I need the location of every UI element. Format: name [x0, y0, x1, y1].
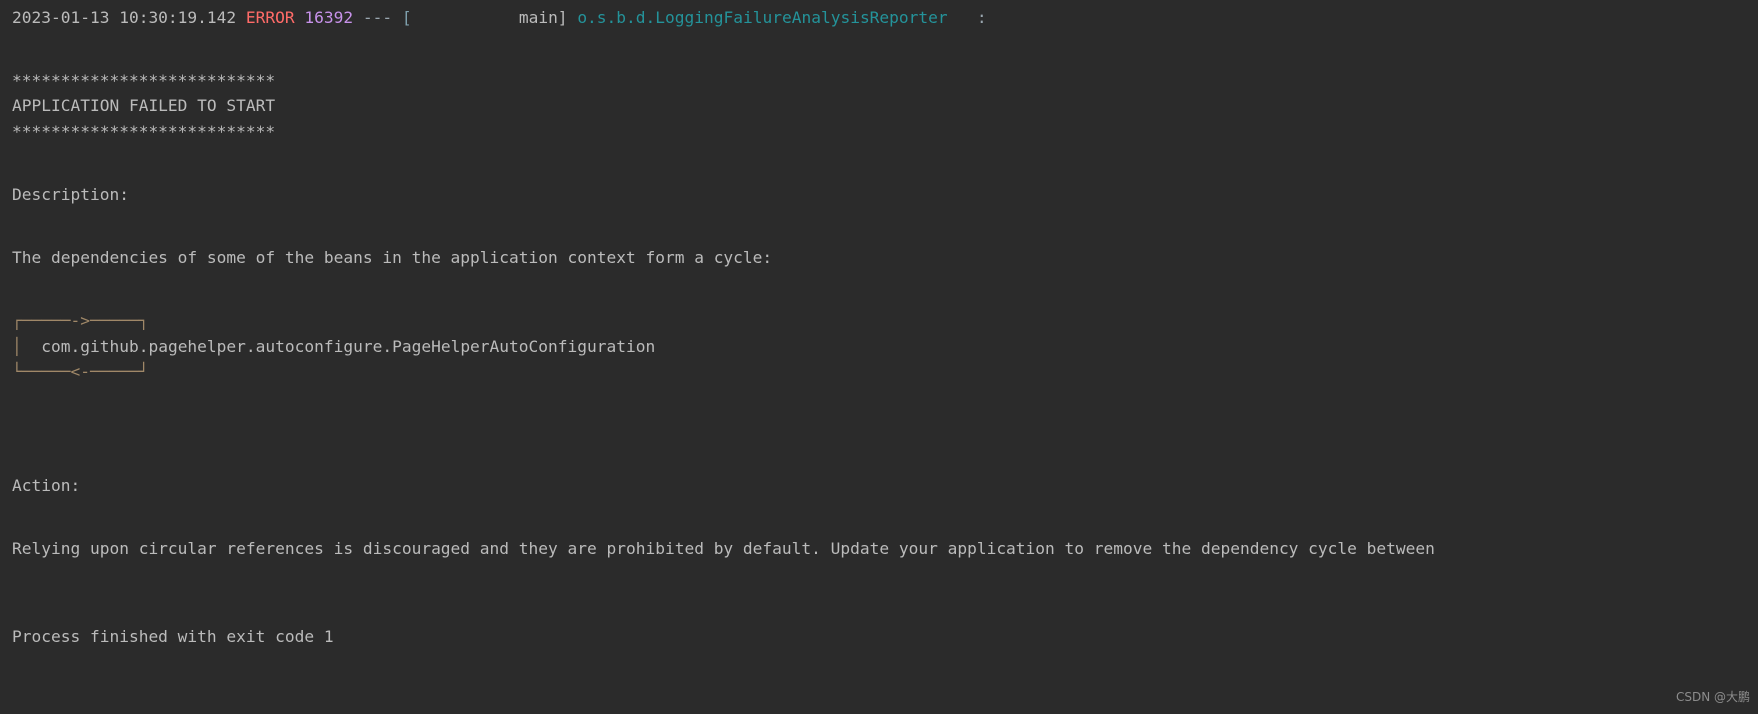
log-header-line: 2023-01-13 10:30:19.142 ERROR 16392 --- … — [12, 5, 1758, 30]
log-timestamp: 2023-01-13 10:30:19.142 — [12, 8, 237, 27]
cycle-diagram-bean-name: com.github.pagehelper.autoconfigure.Page… — [41, 336, 656, 356]
log-thread-bracket-open: [ — [401, 8, 412, 27]
banner-title: APPLICATION FAILED TO START — [12, 96, 276, 116]
csdn-watermark: CSDN @大鹏 — [1675, 689, 1750, 704]
description-heading: Description: — [12, 184, 129, 204]
spacer-after-action-heading — [12, 498, 1758, 523]
description-body: The dependencies of some of the beans in… — [12, 248, 773, 268]
log-separator-dashes: --- — [362, 8, 393, 27]
spacer-after-cycle-1 — [12, 384, 1758, 409]
cycle-diagram-bean-row: │ com.github.pagehelper.autoconfigure.Pa… — [12, 334, 1758, 359]
action-heading: Action: — [12, 475, 81, 495]
log-level-badge: ERROR — [245, 8, 295, 27]
spacer-before-cycle — [12, 270, 1758, 295]
spacer-after-description-heading-half — [12, 233, 1758, 246]
banner-rule-top: *************************** — [12, 71, 276, 91]
spacer-after-header-half — [12, 56, 1758, 69]
spacer-after-action-heading-half — [12, 523, 1758, 536]
console-output-panel[interactable]: 2023-01-13 10:30:19.142 ERROR 16392 --- … — [0, 0, 1758, 714]
cycle-diagram-bottom-edge: └─────<-─────┘ — [12, 361, 149, 381]
process-exit-message: Process finished with exit code 1 — [12, 627, 334, 647]
log-space-6 — [948, 8, 977, 27]
spacer-before-cycle-half — [12, 296, 1758, 309]
log-message-colon: : — [976, 8, 987, 27]
log-logger-name: o.s.b.d.LoggingFailureAnalysisReporter — [577, 8, 948, 27]
cycle-diagram-left-edge: │ — [12, 336, 42, 356]
spacer-after-cycle-2 — [12, 410, 1758, 435]
spacer-after-header — [12, 30, 1758, 55]
log-space-5 — [568, 8, 578, 27]
spacer-after-description-heading — [12, 207, 1758, 232]
banner-rule-bottom: *************************** — [12, 121, 276, 141]
log-process-id: 16392 — [304, 8, 354, 27]
action-body: Relying upon circular references is disc… — [12, 538, 1435, 558]
spacer-before-process-half — [12, 612, 1758, 625]
log-space-2 — [295, 8, 305, 27]
spacer-after-cycle-half — [12, 460, 1758, 473]
spacer-before-process-2 — [12, 587, 1758, 612]
spacer-before-process-1 — [12, 561, 1758, 586]
spacer-after-banner — [12, 144, 1758, 169]
log-space-3 — [353, 8, 363, 27]
log-space-4 — [392, 8, 402, 27]
spacer-after-banner-half — [12, 169, 1758, 182]
cycle-diagram-top-edge: ┌─────->─────┐ — [12, 311, 149, 331]
spacer-after-cycle-3 — [12, 435, 1758, 460]
log-thread-name: main] — [411, 8, 568, 27]
log-space-1 — [236, 8, 246, 27]
